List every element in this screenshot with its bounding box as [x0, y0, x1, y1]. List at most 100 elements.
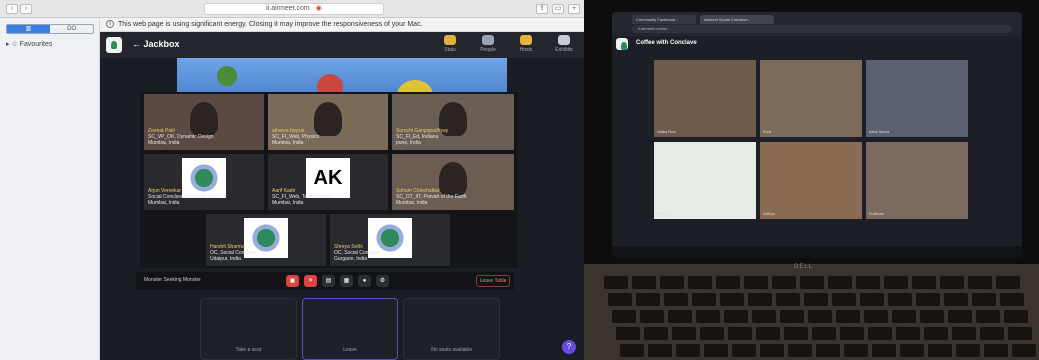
keyboard-key — [644, 327, 668, 340]
video-tile[interactable]: Zeenat Patil SC_VP_OK, Dynamic Design Mumb… — [144, 94, 264, 150]
stats-icon — [444, 35, 456, 45]
video-tile[interactable]: Malika Pinto — [654, 60, 756, 137]
airmeet-app: ← Jackbox Stats People Hosts Exhibits Ze… — [100, 32, 584, 360]
address-bar[interactable]: ii.airmeet.com/e/... — [632, 25, 1012, 33]
header-icon-hosts[interactable]: Hosts — [516, 35, 536, 53]
video-tile[interactable]: Arjun Vernekar Social Conclave Executive … — [144, 154, 264, 210]
keyboard-key — [800, 276, 824, 289]
video-tile[interactable]: AK Aarif Kadri SC_FI_Web, Team Planner Mumb… — [268, 154, 388, 210]
video-tile[interactable]: Adithya — [760, 142, 862, 219]
chat-button[interactable]: ● — [358, 275, 371, 287]
keyboard-key — [976, 310, 1000, 323]
chrome-toolbar: Community Facebook... Airmeet Social Con… — [612, 12, 1022, 36]
keyboard-key — [888, 293, 912, 306]
seat-caption: Leave — [343, 347, 357, 353]
settings-button[interactable]: ⚙ — [376, 275, 389, 287]
keyboard-key — [868, 327, 892, 340]
sidebar-segmented-control[interactable]: ▥ OO — [6, 24, 94, 34]
participant-name-label: Adithya — [763, 212, 775, 216]
video-tile[interactable]: Rohit — [760, 60, 862, 137]
header-icon-stats[interactable]: Stats — [440, 35, 460, 53]
people-icon — [482, 35, 494, 45]
keyboard-key — [772, 276, 796, 289]
video-tile[interactable]: Shreya Sethi OC, Social Conclave Gurgaon, … — [330, 214, 450, 266]
leave-seat-card[interactable]: Leave — [301, 298, 399, 360]
address-bar[interactable]: ii.airmeet.com ◉ — [204, 3, 384, 15]
keyboard-key — [972, 293, 996, 306]
video-tile[interactable]: atharva baysie SC_FI_Web, Physics Mumbai, … — [268, 94, 388, 150]
exhibits-icon — [558, 35, 570, 45]
reading-list-tab[interactable]: OO — [50, 25, 93, 33]
keyboard-key — [840, 327, 864, 340]
participant-name-label: Harshit Sharma OC, Social Conclave Udaipur… — [210, 244, 257, 262]
new-tab-icon[interactable]: + — [568, 4, 580, 14]
keyboard-key — [692, 293, 716, 306]
keyboard-key — [924, 327, 948, 340]
keyboard-key — [856, 276, 880, 289]
keyboard-key — [676, 344, 700, 357]
laptop-screen: Community Facebook... Airmeet Social Con… — [612, 12, 1022, 258]
video-tile[interactable]: Suruchi Gangopadhyay SC_FI_Ed, Indiana pun… — [392, 94, 514, 150]
keyboard-key — [900, 344, 924, 357]
help-button[interactable]: ? — [562, 340, 576, 354]
keyboard-key — [916, 293, 940, 306]
keyboard-key — [1000, 293, 1024, 306]
forward-button[interactable]: › — [20, 4, 32, 14]
browser-tab-active[interactable]: Airmeet Social Conclave... — [700, 15, 774, 24]
keyboard-key — [616, 327, 640, 340]
header-icon-label: Stats — [444, 47, 456, 53]
keyboard-key — [812, 327, 836, 340]
bookmarks-tab[interactable]: ▥ — [7, 25, 50, 33]
screen-share-button[interactable]: ▤ — [322, 275, 335, 287]
sidebar-item-favourites[interactable]: ▸ ☆ Favourites — [6, 40, 52, 48]
participant-name-label: Shreya Sethi OC, Social Conclave Gurgaon, … — [334, 244, 381, 262]
mic-off-button[interactable]: ✕ — [304, 275, 317, 287]
call-controls: ▣ ✕ ▤ ▦ ● ⚙ — [286, 275, 389, 287]
participant-name-label: Suruchi Gangopadhyay SC_FI_Ed, Indiana pun… — [396, 128, 449, 146]
keyboard-key — [612, 310, 636, 323]
keyboard-key — [980, 327, 1004, 340]
header-icon-exhibits[interactable]: Exhibits — [554, 35, 574, 53]
keyboard-key — [716, 276, 740, 289]
browser-tab[interactable]: Community Facebook... — [632, 15, 696, 24]
share-icon[interactable]: ⇪ — [536, 4, 548, 14]
keyboard-key — [912, 276, 936, 289]
room-title: Coffee with Conclave — [636, 40, 697, 46]
keyboard-key — [704, 344, 728, 357]
participant-name-label: atharva baysie SC_FI_Web, Physics Mumbai, … — [272, 128, 320, 146]
room-title[interactable]: ← Jackbox — [132, 39, 180, 49]
back-button[interactable]: ‹ — [6, 4, 18, 14]
hosts-icon — [520, 35, 532, 45]
video-tile[interactable]: Aalok Nanda — [866, 60, 968, 137]
keyboard-key — [640, 310, 664, 323]
keyboard-key — [860, 293, 884, 306]
keyboard-key — [780, 310, 804, 323]
keyboard-key — [784, 327, 808, 340]
video-tile[interactable]: Sohum Chinchalkar SC_OT_IIT, Pravah of th… — [392, 154, 514, 210]
room-header: ← Jackbox Stats People Hosts Exhibits — [100, 32, 584, 58]
game-art — [217, 66, 237, 86]
tabs-icon[interactable]: ▭ — [552, 4, 564, 14]
keyboard-key — [896, 327, 920, 340]
video-tile[interactable]: Harshit Sharma OC, Social Conclave Udaipur… — [206, 214, 326, 266]
keyboard-key — [776, 293, 800, 306]
info-icon: i — [106, 20, 114, 29]
keyboard-key — [968, 276, 992, 289]
header-icon-people[interactable]: People — [478, 35, 498, 53]
keyboard-key — [884, 276, 908, 289]
keyboard-key — [920, 310, 944, 323]
take-seat-card[interactable]: Take a seat — [200, 298, 297, 360]
keyboard-key — [1004, 310, 1028, 323]
leave-table-button[interactable]: Leave Table — [476, 275, 510, 287]
keyboard-key — [844, 344, 868, 357]
keyboard-key — [1008, 327, 1032, 340]
seat-caption: No seats available — [431, 347, 473, 353]
video-tile[interactable]: Pratiksha — [866, 142, 968, 219]
camera-off-button[interactable]: ▣ — [286, 275, 299, 287]
grid-view-button[interactable]: ▦ — [340, 275, 353, 287]
keyboard-key — [1012, 344, 1036, 357]
keyboard-key — [872, 344, 896, 357]
keyboard-key — [664, 293, 688, 306]
video-tile[interactable]: Sohil Grover — [654, 142, 756, 219]
keyboard-key — [696, 310, 720, 323]
